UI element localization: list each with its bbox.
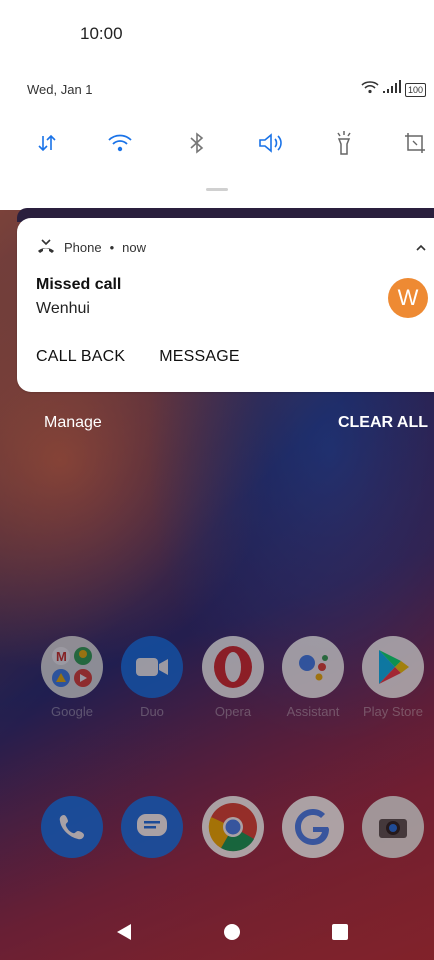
notification-app-name: Phone [64, 240, 102, 255]
notification-body: Wenhui [36, 300, 90, 317]
quick-settings [0, 126, 434, 162]
status-time: 10:00 [80, 24, 123, 43]
notification-title: Missed call [36, 276, 122, 293]
flashlight-icon[interactable] [327, 126, 361, 160]
wifi-status-icon [361, 80, 379, 99]
notification-shade: 10:00 Wed, Jan 1 100 [0, 0, 434, 210]
home-button[interactable] [220, 920, 244, 944]
missed-call-notification[interactable]: Phone • now Missed call Wenhui W CALL BA… [17, 218, 434, 392]
navigation-bar [0, 900, 434, 960]
contact-avatar: W [388, 278, 428, 318]
chevron-up-icon[interactable] [416, 240, 426, 255]
recents-button[interactable] [328, 920, 352, 944]
bluetooth-icon[interactable] [180, 126, 214, 160]
notification-actions: CALL BACK MESSAGE [36, 348, 240, 366]
wifi-icon[interactable] [103, 126, 137, 160]
header-separator: • [109, 240, 115, 255]
clear-all-button[interactable]: CLEAR ALL [338, 414, 428, 432]
auto-rotate-icon[interactable] [398, 126, 432, 160]
status-icons: 100 [361, 80, 426, 99]
notification-header: Phone • now [36, 238, 146, 257]
back-button[interactable] [112, 920, 136, 944]
call-back-button[interactable]: CALL BACK [36, 348, 125, 366]
signal-icon [382, 80, 402, 99]
notification-time: now [122, 240, 147, 255]
message-button[interactable]: MESSAGE [159, 348, 240, 366]
data-transfer-icon[interactable] [30, 126, 64, 160]
sound-icon[interactable] [254, 126, 288, 160]
battery-icon: 100 [404, 82, 426, 97]
shade-drag-handle[interactable] [206, 188, 228, 191]
shade-date[interactable]: Wed, Jan 1 [27, 82, 93, 97]
missed-call-icon [36, 238, 56, 257]
manage-button[interactable]: Manage [44, 414, 102, 432]
